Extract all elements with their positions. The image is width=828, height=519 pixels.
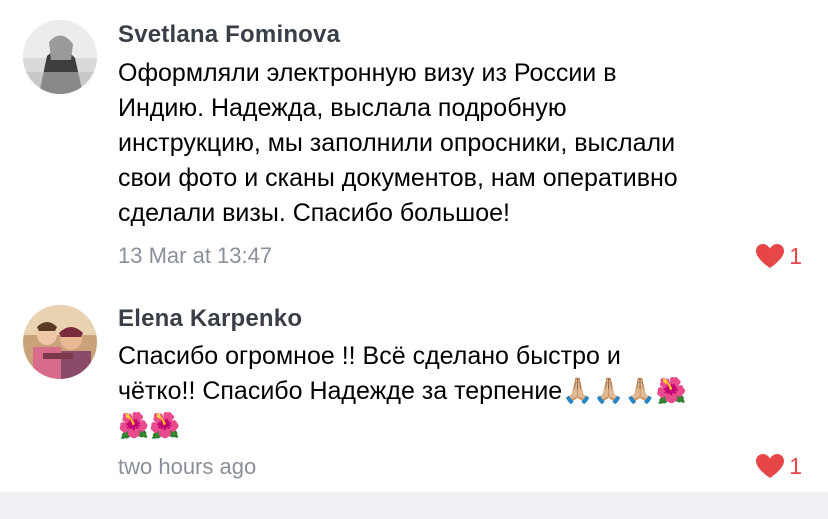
user-photo-avatar-icon <box>23 305 97 379</box>
comment-item: Elena Karpenko Спасибо огромное !! Всё с… <box>0 290 828 490</box>
comment-timestamp: 13 Mar at 13:47 <box>118 243 273 268</box>
comment-item: Svetlana Fominova Оформляли электронную … <box>0 0 828 290</box>
comment-text: Спасибо огромное !! Всё сделано быстро и… <box>118 342 687 440</box>
avatar[interactable] <box>23 20 97 94</box>
avatar[interactable] <box>23 305 97 379</box>
heart-icon <box>756 244 785 268</box>
heart-icon <box>756 454 785 478</box>
user-photo-avatar-icon <box>23 20 97 94</box>
comment-author[interactable]: Elena Karpenko <box>118 305 302 333</box>
like-button[interactable]: 1 <box>755 452 802 480</box>
comment-text: Оформляли электронную визу из России в И… <box>118 59 678 227</box>
like-count: 1 <box>789 242 802 269</box>
like-button[interactable]: 1 <box>755 242 802 270</box>
comment-timestamp: two hours ago <box>118 454 257 479</box>
like-count: 1 <box>789 452 802 479</box>
bottom-bar <box>0 492 828 519</box>
comment-author[interactable]: Svetlana Fominova <box>118 21 340 49</box>
